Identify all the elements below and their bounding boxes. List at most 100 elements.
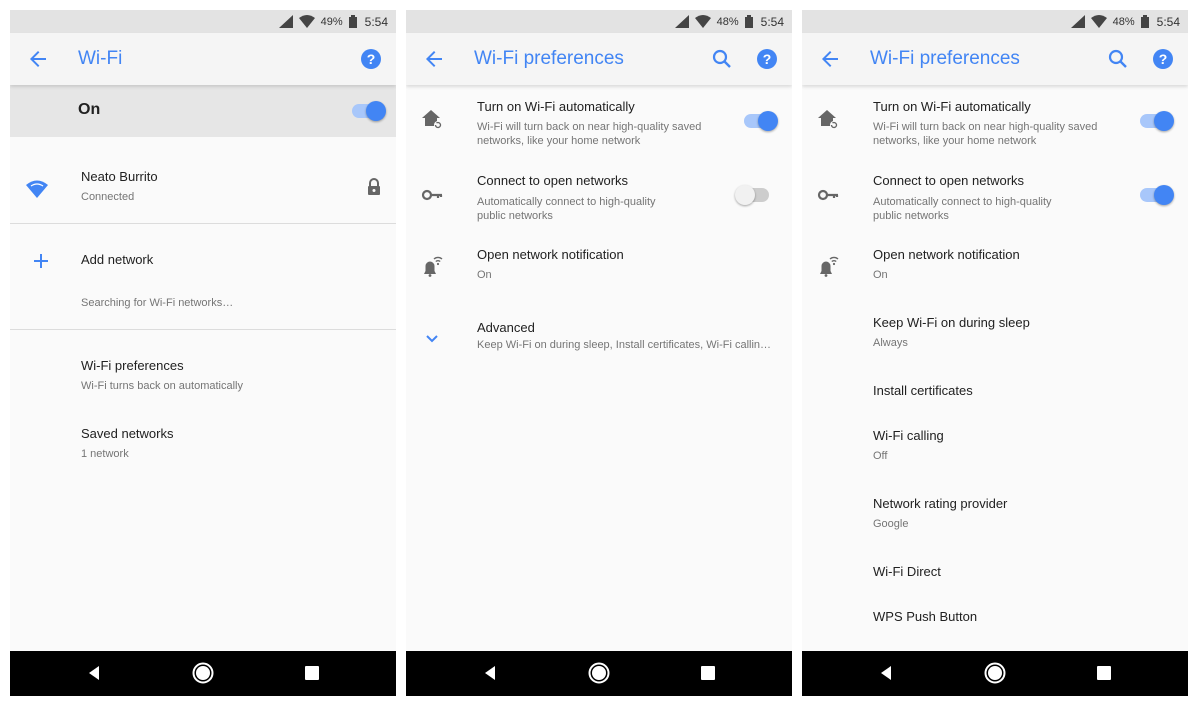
help-circle-icon[interactable]: ? — [359, 47, 383, 71]
battery-percent: 48% — [1112, 15, 1135, 28]
pref-title: Keep Wi-Fi on during sleep — [873, 315, 1030, 330]
status-bar: 48% 5:54 — [406, 10, 792, 33]
pref-connect-open-networks[interactable]: Connect to open networks Automatically c… — [802, 169, 1188, 229]
battery-icon — [1140, 15, 1149, 28]
clock: 5:54 — [760, 14, 784, 29]
toggle-thumb — [735, 185, 755, 205]
wifi-preferences-advanced-screen: 48% 5:54 Wi-Fi preferences ? Turn on Wi-… — [802, 10, 1188, 696]
master-switch-bar[interactable]: On — [10, 85, 396, 137]
pref-title: Wi-Fi Direct — [873, 564, 941, 579]
app-bar: Wi-Fi preferences ? — [802, 33, 1188, 85]
arrow-back-icon[interactable] — [422, 47, 446, 71]
add-network-button[interactable]: Add network — [10, 246, 396, 276]
pref-connect-open-networks[interactable]: Connect to open networks Automatically c… — [406, 169, 792, 229]
battery-icon — [744, 15, 753, 28]
cell-signal-icon — [674, 15, 689, 28]
network-name: Neato Burrito — [81, 169, 158, 184]
master-switch-label: On — [78, 101, 101, 118]
search-icon[interactable] — [710, 47, 734, 71]
navigation-bar — [802, 651, 1188, 696]
saved-networks-item[interactable]: Saved networks 1 network — [10, 422, 396, 464]
pref-summary-line2: networks, like your home network — [873, 135, 1037, 147]
pref-title: Install certificates — [873, 383, 973, 398]
pref-title: WPS Push Button — [873, 609, 978, 624]
pref-keep-wifi-on-sleep[interactable]: Keep Wi-Fi on during sleep Always — [802, 311, 1188, 353]
turn-on-automatically-toggle[interactable] — [1138, 109, 1174, 133]
toggle-thumb — [366, 101, 386, 121]
network-item-neato-burrito[interactable]: Neato Burrito Connected — [10, 162, 396, 212]
page-title: Wi-Fi — [78, 48, 123, 69]
saved-networks-summary: 1 network — [81, 448, 129, 460]
pref-summary: Always — [873, 337, 908, 349]
battery-icon — [348, 15, 357, 28]
pref-summary-line1: Automatically connect to high-quality — [477, 196, 656, 208]
pref-summary-line1: Wi-Fi will turn back on near high-qualit… — [477, 121, 702, 133]
clock: 5:54 — [364, 14, 388, 29]
wifi-preferences-screen: 48% 5:54 Wi-Fi preferences ? Turn on Wi-… — [406, 10, 792, 696]
wifi-screen: 49% 5:54 Wi-Fi ? On Neato Burrito Connec… — [10, 10, 396, 696]
app-bar: Wi-Fi ? — [10, 33, 396, 85]
searching-text: Searching for Wi-Fi networks… — [81, 297, 234, 309]
pref-turn-on-automatically[interactable]: Turn on Wi-Fi automatically Wi-Fi will t… — [802, 95, 1188, 155]
advanced-expander[interactable]: Advanced Keep Wi-Fi on during sleep, Ins… — [406, 316, 792, 358]
preferences-title: Wi-Fi preferences — [81, 358, 184, 373]
toggle-thumb — [758, 111, 778, 131]
help-circle-icon[interactable]: ? — [755, 47, 779, 71]
arrow-back-icon[interactable] — [26, 47, 50, 71]
pref-install-certificates[interactable]: Install certificates — [802, 379, 1188, 403]
pref-network-rating-provider[interactable]: Network rating provider Google — [802, 492, 1188, 534]
cell-signal-icon — [278, 15, 293, 28]
saved-networks-title: Saved networks — [81, 426, 174, 441]
plus-icon — [34, 254, 48, 268]
pref-open-network-notification[interactable]: Open network notification On — [406, 243, 792, 285]
preferences-summary: Wi-Fi turns back on automatically — [81, 380, 243, 392]
nav-home-circle-icon[interactable] — [587, 661, 611, 685]
connect-open-networks-toggle[interactable] — [735, 183, 771, 207]
toggle-thumb — [1154, 111, 1174, 131]
wifi-status-icon — [298, 15, 315, 28]
nav-recents-square-icon[interactable] — [696, 661, 720, 685]
wifi-signal-icon — [26, 180, 48, 198]
pref-summary: Google — [873, 518, 909, 530]
page-title: Wi-Fi preferences — [474, 48, 624, 69]
navigation-bar — [406, 651, 792, 696]
pref-wifi-calling[interactable]: Wi-Fi calling Off — [802, 424, 1188, 466]
pref-open-network-notification[interactable]: Open network notification On — [802, 243, 1188, 285]
network-status: Connected — [81, 191, 135, 203]
pref-title: Connect to open networks — [477, 173, 629, 188]
pref-turn-on-automatically[interactable]: Turn on Wi-Fi automatically Wi-Fi will t… — [406, 95, 792, 155]
pref-summary: On — [873, 269, 888, 281]
lock-icon — [368, 178, 380, 195]
pref-wifi-direct[interactable]: Wi-Fi Direct — [802, 560, 1188, 584]
pref-title: Network rating provider — [873, 496, 1008, 511]
status-bar: 49% 5:54 — [10, 10, 396, 33]
nav-back-triangle-icon[interactable] — [478, 661, 502, 685]
turn-on-automatically-toggle[interactable] — [742, 109, 778, 133]
nav-back-triangle-icon[interactable] — [82, 661, 106, 685]
search-icon[interactable] — [1106, 47, 1130, 71]
key-icon — [817, 189, 839, 201]
nav-home-circle-icon[interactable] — [983, 661, 1007, 685]
home-sync-icon — [422, 110, 442, 129]
pref-wps-push-button[interactable]: WPS Push Button — [802, 605, 1188, 629]
divider — [10, 329, 396, 330]
status-bar: 48% 5:54 — [802, 10, 1188, 33]
nav-recents-square-icon[interactable] — [300, 661, 324, 685]
nav-recents-square-icon[interactable] — [1092, 661, 1116, 685]
pref-title: Connect to open networks — [873, 173, 1025, 188]
wifi-master-toggle[interactable] — [350, 99, 386, 123]
wifi-status-icon — [694, 15, 711, 28]
arrow-back-icon[interactable] — [818, 47, 842, 71]
home-sync-icon — [818, 110, 838, 129]
pref-summary: Off — [873, 450, 888, 462]
pref-summary-line2: networks, like your home network — [477, 135, 641, 147]
wifi-preferences-item[interactable]: Wi-Fi preferences Wi-Fi turns back on au… — [10, 354, 396, 396]
nav-home-circle-icon[interactable] — [191, 661, 215, 685]
nav-back-triangle-icon[interactable] — [874, 661, 898, 685]
connect-open-networks-toggle[interactable] — [1138, 183, 1174, 207]
battery-percent: 48% — [716, 15, 739, 28]
help-circle-icon[interactable]: ? — [1151, 47, 1175, 71]
notification-wifi-icon — [424, 256, 443, 277]
pref-title: Open network notification — [873, 247, 1020, 262]
pref-title: Open network notification — [477, 247, 624, 262]
